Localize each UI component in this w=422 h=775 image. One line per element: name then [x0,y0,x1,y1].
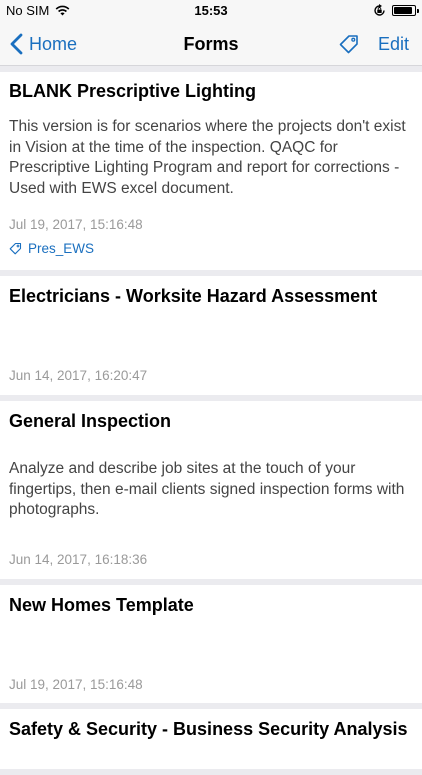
orientation-lock-icon [374,4,385,16]
form-date: Jul 19, 2017, 15:16:48 [9,217,143,232]
form-title: BLANK Prescriptive Lighting [9,81,257,101]
chevron-left-icon [10,33,23,55]
tag-icon [9,242,22,255]
back-label: Home [29,33,78,54]
tag-icon [339,35,358,54]
form-item[interactable]: Safety & Security - Business Security An… [0,709,422,769]
form-item[interactable]: New Homes Template Jul 19, 2017, 15:16:4… [0,585,422,703]
form-description: Analyze and describe job sites at the to… [9,460,405,518]
form-title: New Homes Template [9,595,194,615]
form-title: Electricians - Worksite Hazard Assessmen… [9,286,378,306]
form-date: Jul 19, 2017, 15:16:48 [9,677,143,692]
status-bar: No SIM 15:53 [0,0,422,22]
form-description: This version is for scenarios where the … [9,118,406,197]
battery-fill [394,7,413,14]
edit-button[interactable]: Edit [378,22,409,66]
form-item[interactable]: BLANK Prescriptive Lighting This version… [0,72,422,270]
form-item[interactable]: General Inspection Analyze and describe … [0,401,422,579]
form-tag-label: Pres_EWS [28,241,95,256]
navigation-bar: Home Forms Edit [0,22,422,66]
tag-filter-button[interactable] [338,33,360,55]
form-tag[interactable]: Pres_EWS [9,241,94,256]
form-item[interactable]: Electricians - Worksite Hazard Assessmen… [0,276,422,395]
form-list: BLANK Prescriptive Lighting This version… [0,72,422,775]
status-right [373,4,419,17]
form-date: Jun 14, 2017, 16:18:36 [9,552,148,567]
form-title: Safety & Security - Business Security An… [9,719,408,739]
status-time: 15:53 [194,3,228,18]
back-button[interactable]: Home [10,22,77,66]
form-title: General Inspection [9,411,172,431]
form-date: Jun 14, 2017, 16:20:47 [9,368,148,383]
battery-icon [392,5,419,16]
